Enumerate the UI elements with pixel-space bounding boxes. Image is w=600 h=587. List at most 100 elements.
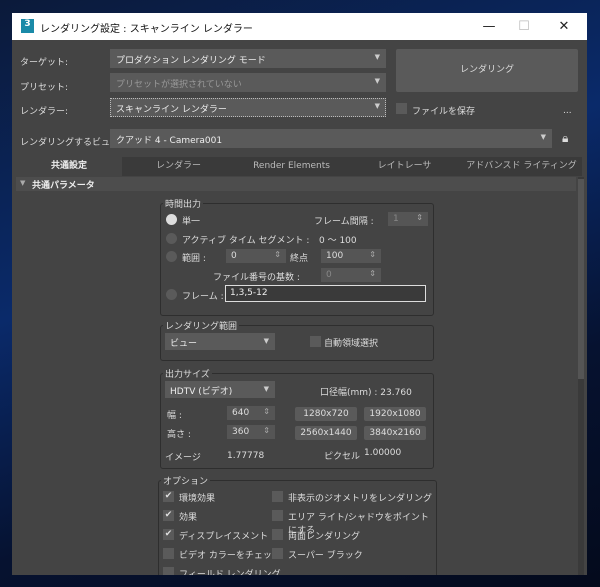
- frames-label: フレーム :: [182, 292, 224, 302]
- preset-1920x1080-button[interactable]: 1920x1080: [364, 407, 426, 421]
- app-icon: 3: [21, 19, 34, 33]
- chevron-down-icon: ▼: [540, 133, 546, 141]
- width-label: 幅 :: [167, 411, 182, 421]
- end-label: 終点: [290, 254, 309, 264]
- effects-label: 効果: [179, 513, 198, 523]
- height-label: 高さ :: [167, 430, 191, 440]
- height-spinner[interactable]: 360 ⇕: [227, 425, 275, 439]
- effects-checkbox[interactable]: ✔: [163, 510, 174, 521]
- frame-interval-spinner[interactable]: 1 ⇕: [388, 212, 428, 226]
- preset-1280x720-button[interactable]: 1280x720: [295, 407, 357, 421]
- render-area-group: レンダリング範囲 ビュー ▼ 自動領域選択: [160, 319, 434, 361]
- aperture-width: 口径幅(mm) : 23.760: [320, 388, 412, 398]
- pixel-aspect-value: 1.00000: [364, 448, 402, 458]
- scrollbar[interactable]: [578, 177, 584, 575]
- area-lights-as-points-checkbox[interactable]: [272, 510, 283, 521]
- view-value: クアッド 4 - Camera001: [116, 136, 223, 146]
- render-setup-window: 3 レンダリング設定 : スキャンライン レンダラー — ☐ ✕ ターゲット: …: [12, 13, 587, 575]
- title-bar: 3 レンダリング設定 : スキャンライン レンダラー — ☐ ✕: [12, 13, 587, 40]
- force-2-sided-label: 両面レンダリング: [288, 532, 361, 542]
- more-button[interactable]: ...: [563, 106, 572, 116]
- target-label: ターゲット:: [20, 58, 69, 68]
- tab-advanced-lighting[interactable]: アドバンスド ライティング: [461, 157, 582, 176]
- environment-effects-label: 環境効果: [179, 494, 216, 504]
- minimize-button[interactable]: —: [474, 17, 504, 37]
- tab-render-elements[interactable]: Render Elements: [235, 157, 348, 176]
- range-label: 範囲 :: [182, 254, 206, 264]
- image-aspect-value: 1.77778: [227, 451, 265, 461]
- renderer-dropdown[interactable]: スキャンライン レンダラー ▼: [110, 98, 386, 117]
- options-group: オプション ✔ 環境効果 ✔ 効果 ✔ ディスプレイスメント ビデオ カラーをチ…: [158, 474, 437, 575]
- options-title: オプション: [161, 474, 211, 487]
- renderer-label: レンダラー:: [20, 107, 69, 117]
- scrollbar-thumb[interactable]: [578, 179, 584, 379]
- rollout-header[interactable]: ▼ 共通パラメータ: [16, 177, 576, 191]
- save-file-label: ファイルを保存: [412, 107, 476, 117]
- force-2-sided-checkbox[interactable]: [272, 529, 283, 540]
- active-range-value: 0 〜 100: [319, 236, 357, 246]
- maximize-button[interactable]: ☐: [509, 17, 539, 37]
- file-number-base-spinner[interactable]: 0 ⇕: [321, 268, 381, 282]
- rollout-title: 共通パラメータ: [32, 181, 95, 191]
- renderer-value: スキャンライン レンダラー: [116, 105, 227, 115]
- file-number-base-label: ファイル番号の基数 :: [213, 273, 300, 283]
- window-title: レンダリング設定 : スキャンライン レンダラー: [40, 24, 253, 35]
- view-label: レンダリングするビュー:: [20, 138, 123, 148]
- single-radio[interactable]: [166, 214, 177, 225]
- active-segment-label: アクティブ タイム セグメント :: [182, 236, 310, 246]
- single-label: 単一: [182, 217, 201, 227]
- auto-region-label: 自動領域選択: [324, 339, 379, 349]
- tab-renderer[interactable]: レンダラー: [122, 157, 235, 176]
- preset-3840x2160-button[interactable]: 3840x2160: [364, 426, 426, 440]
- render-area-dropdown[interactable]: ビュー ▼: [165, 333, 275, 350]
- render-button[interactable]: レンダリング: [396, 49, 578, 92]
- displacement-checkbox[interactable]: ✔: [163, 529, 174, 540]
- video-color-check-label: ビデオ カラーをチェック: [179, 551, 281, 561]
- active-segment-radio[interactable]: [166, 233, 177, 244]
- tab-bar: 共通設定 レンダラー Render Elements レイトレーサ アドバンスド…: [16, 157, 582, 176]
- frames-radio[interactable]: [166, 289, 177, 300]
- output-size-preset-dropdown[interactable]: HDTV (ビデオ) ▼: [165, 381, 275, 398]
- video-color-check-checkbox[interactable]: [163, 548, 174, 559]
- chevron-down-icon: ▼: [374, 77, 380, 85]
- output-size-title: 出力サイズ: [163, 367, 212, 380]
- view-dropdown[interactable]: クアッド 4 - Camera001 ▼: [110, 129, 552, 148]
- frame-interval-label: フレーム間隔 :: [314, 217, 374, 227]
- collapse-icon: ▼: [20, 179, 26, 187]
- preset-2560x1440-button[interactable]: 2560x1440: [295, 426, 357, 440]
- field-rendering-checkbox[interactable]: [163, 567, 174, 575]
- tab-common[interactable]: 共通設定: [16, 157, 122, 176]
- preset-value: プリセットが選択されていない: [116, 80, 242, 90]
- super-black-checkbox[interactable]: [272, 548, 283, 559]
- preset-dropdown[interactable]: プリセットが選択されていない ▼: [110, 73, 386, 92]
- preset-label: プリセット:: [20, 83, 69, 93]
- render-hidden-geometry-checkbox[interactable]: [272, 491, 283, 502]
- image-aspect-label: イメージ: [165, 453, 201, 463]
- range-start-spinner[interactable]: 0 ⇕: [226, 249, 286, 263]
- frames-input[interactable]: 1,3,5-12: [225, 285, 426, 302]
- auto-region-checkbox[interactable]: [310, 336, 321, 347]
- chevron-down-icon: ▼: [263, 385, 269, 393]
- displacement-label: ディスプレイスメント: [179, 532, 269, 542]
- render-area-title: レンダリング範囲: [163, 319, 240, 332]
- chevron-down-icon: ▼: [263, 337, 269, 345]
- lock-icon[interactable]: 🔒︎: [562, 131, 568, 146]
- super-black-label: スーパー ブラック: [288, 551, 363, 561]
- range-end-spinner[interactable]: 100 ⇕: [321, 249, 381, 263]
- output-size-group: 出力サイズ HDTV (ビデオ) ▼ 口径幅(mm) : 23.760 幅 : 6…: [160, 367, 434, 469]
- tab-raytracer[interactable]: レイトレーサ: [348, 157, 461, 176]
- time-output-group: 時間出力 単一 フレーム間隔 : 1 ⇕ アクティブ タイム セグメント : 0 …: [160, 197, 434, 316]
- pixel-aspect-label: ピクセル: [324, 452, 361, 462]
- chevron-down-icon: ▼: [374, 53, 380, 61]
- chevron-down-icon: ▼: [374, 102, 380, 110]
- width-spinner[interactable]: 640 ⇕: [227, 406, 275, 420]
- time-output-title: 時間出力: [163, 197, 204, 210]
- render-hidden-geometry-label: 非表示のジオメトリをレンダリング: [288, 494, 433, 504]
- field-rendering-label: フィールド レンダリング: [179, 570, 281, 575]
- target-dropdown[interactable]: プロダクション レンダリング モード ▼: [110, 49, 386, 68]
- range-radio[interactable]: [166, 251, 177, 262]
- close-button[interactable]: ✕: [549, 17, 579, 37]
- environment-effects-checkbox[interactable]: ✔: [163, 491, 174, 502]
- target-value: プロダクション レンダリング モード: [116, 56, 266, 66]
- save-file-checkbox[interactable]: [396, 103, 407, 114]
